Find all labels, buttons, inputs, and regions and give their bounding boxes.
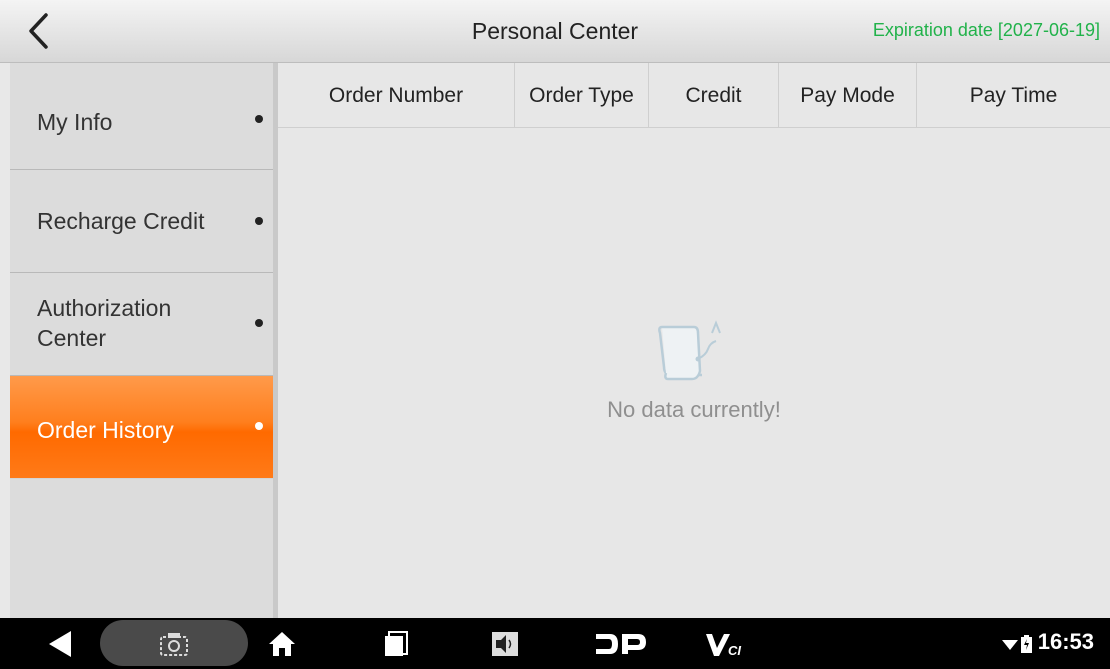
bullet-dot-icon xyxy=(255,319,263,327)
dp-logo-icon xyxy=(596,633,646,654)
system-nav-bar: CI 16:53 xyxy=(0,618,1110,669)
home-icon xyxy=(269,631,295,656)
vci-logo-icon: CI xyxy=(706,633,741,658)
screenshot-icon xyxy=(160,632,188,656)
column-header-order-number: Order Number xyxy=(278,63,515,128)
order-history-panel: Order Number Order Type Credit Pay Mode … xyxy=(278,63,1110,618)
svg-text:CI: CI xyxy=(728,643,741,658)
wifi-status xyxy=(1000,618,1020,669)
sidebar-item-label: My Info xyxy=(37,109,113,135)
screenshot-button[interactable] xyxy=(100,618,248,669)
volume-button[interactable] xyxy=(485,618,525,669)
sidebar-item-label: Authorization Center xyxy=(37,295,172,351)
empty-document-icon xyxy=(658,320,721,381)
sidebar-item-order-history[interactable]: Order History xyxy=(10,376,273,479)
empty-state-message: No data currently! xyxy=(607,397,781,422)
dp-app-button[interactable] xyxy=(590,618,650,669)
title-bar: Personal Center Expiration date [2027-06… xyxy=(0,0,1110,63)
sidebar: My Info Recharge Credit Authorization Ce… xyxy=(10,63,273,618)
wifi-icon xyxy=(1002,639,1018,650)
battery-status xyxy=(1018,618,1034,669)
recent-apps-icon xyxy=(385,630,408,656)
column-header-credit: Credit xyxy=(649,63,779,128)
status-clock: 16:53 xyxy=(1037,629,1094,654)
column-header-pay-mode: Pay Mode xyxy=(779,63,917,128)
bullet-dot-icon xyxy=(255,217,263,225)
bullet-dot-icon xyxy=(255,115,263,123)
sidebar-item-label: Order History xyxy=(37,417,174,443)
sidebar-item-my-info[interactable]: My Info xyxy=(10,63,273,170)
back-triangle-icon xyxy=(49,630,71,657)
nav-back-button[interactable] xyxy=(40,618,80,669)
vci-app-button[interactable]: CI xyxy=(700,618,750,669)
back-button[interactable] xyxy=(18,8,58,54)
column-header-order-type: Order Type xyxy=(515,63,649,128)
bullet-dot-icon xyxy=(255,422,263,430)
table-header: Order Number Order Type Credit Pay Mode … xyxy=(278,63,1110,128)
nav-recent-apps-button[interactable] xyxy=(376,618,416,669)
empty-state: No data currently! xyxy=(278,313,1110,422)
sidebar-item-recharge-credit[interactable]: Recharge Credit xyxy=(10,170,273,273)
chevron-left-icon xyxy=(29,13,48,49)
volume-icon xyxy=(492,631,518,656)
sidebar-item-authorization-center[interactable]: Authorization Center xyxy=(10,273,273,376)
nav-home-button[interactable] xyxy=(262,618,302,669)
column-header-pay-time: Pay Time xyxy=(969,83,1058,107)
sidebar-item-label: Recharge Credit xyxy=(37,208,205,234)
battery-icon xyxy=(1020,634,1032,653)
expiration-date: Expiration date [2027-06-19] xyxy=(872,20,1100,40)
